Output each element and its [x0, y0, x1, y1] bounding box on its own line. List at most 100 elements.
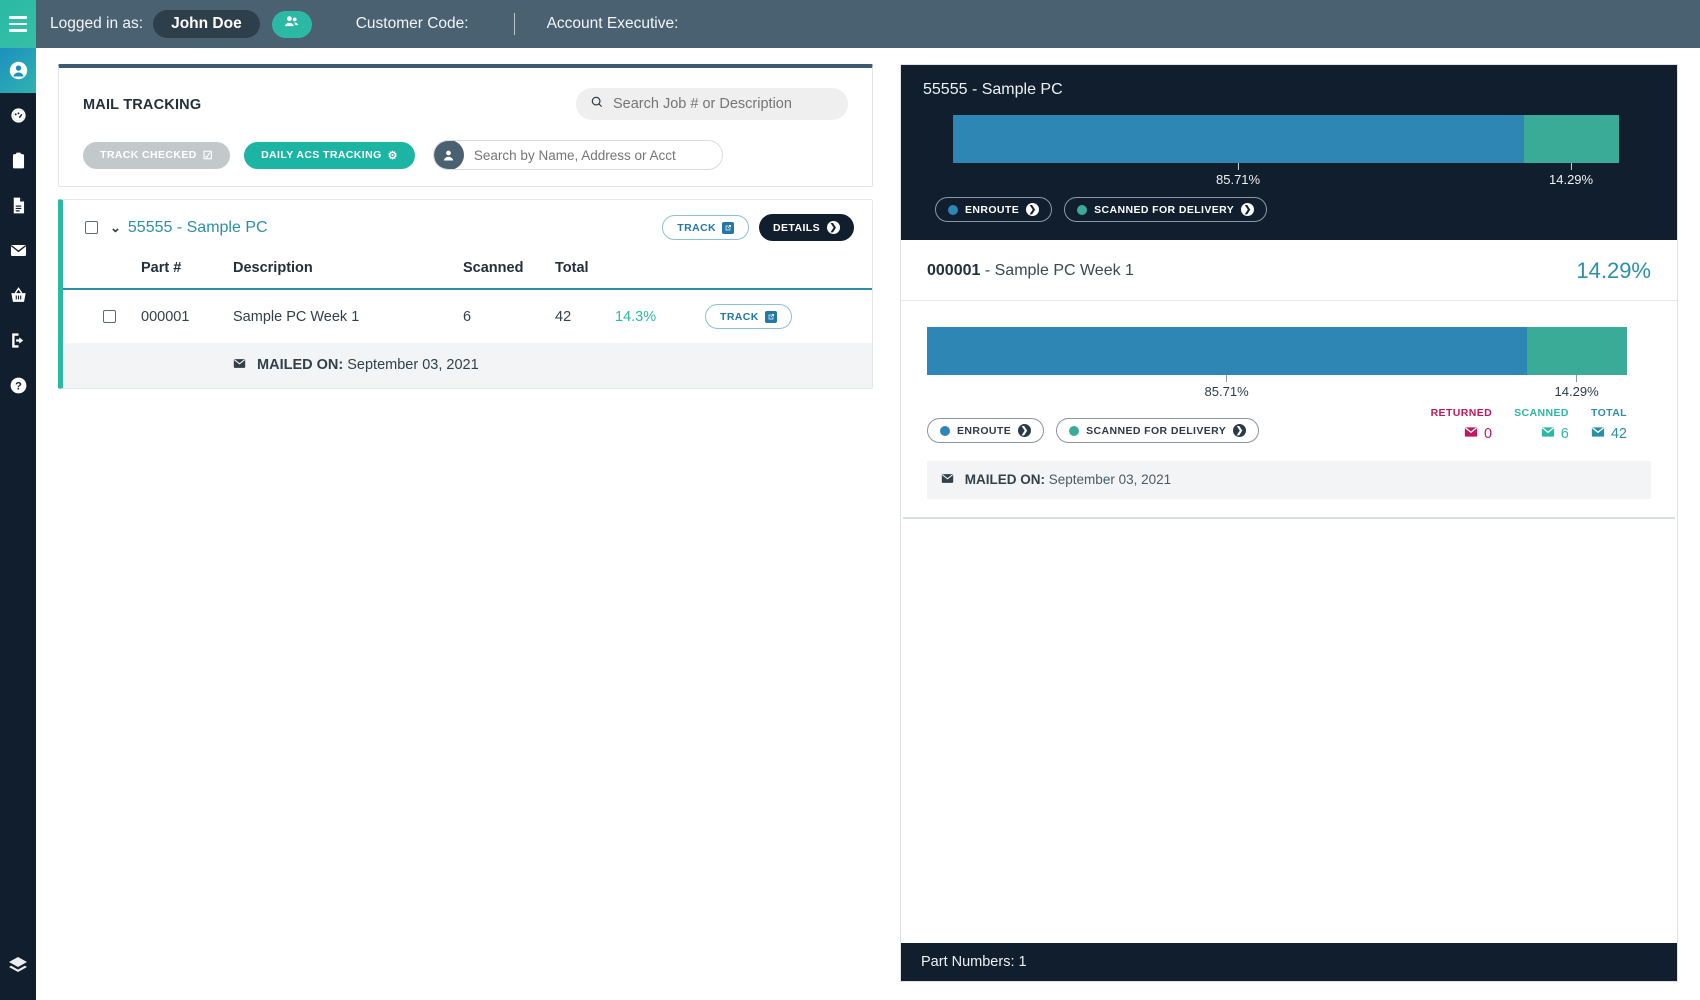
sidebar-item-reports[interactable]: [0, 183, 36, 228]
sidebar: ?: [0, 0, 36, 1000]
summary-stacked-bar: [953, 115, 1619, 163]
part-mailed-on: MAILED ON: September 03, 2021: [927, 461, 1651, 499]
search-icon: [590, 95, 604, 114]
mailed-on-cell: MAILED ON: September 03, 2021: [233, 343, 872, 388]
external-link-icon: [764, 310, 777, 323]
account-executive-label: Account Executive:: [546, 15, 679, 32]
search-job-input[interactable]: [613, 96, 834, 112]
job-title[interactable]: 55555 - Sample PC: [128, 219, 268, 237]
mail-tracking-card: MAIL TRACKING TRACK CHECKED: [58, 64, 873, 187]
document-icon: [9, 196, 28, 215]
svg-text:?: ?: [15, 380, 22, 392]
part-legend-scanned-button[interactable]: SCANNED FOR DELIVERY ❯: [1056, 418, 1260, 443]
table-row: 000001 Sample PC Week 1 6 42 14.3% TRACK: [63, 289, 872, 343]
col-percent-header: [615, 254, 705, 289]
sidebar-item-logout[interactable]: [0, 318, 36, 363]
part-detail-panel: 000001 - Sample PC Week 1 14.29% 85.71% …: [901, 240, 1677, 943]
part-detail-percent: 14.29%: [1576, 258, 1651, 283]
scanned-dot-icon: [1077, 204, 1088, 215]
sidebar-item-mail[interactable]: [0, 228, 36, 273]
mailed-on-label: MAILED ON:: [257, 357, 344, 373]
chevron-right-icon: ❯: [1018, 424, 1032, 437]
row-track-button[interactable]: TRACK: [705, 304, 792, 329]
track-checked-label: TRACK CHECKED: [100, 149, 197, 161]
stat-total: TOTAL 42: [1591, 407, 1627, 443]
bar-segment-scanned: [1526, 327, 1627, 375]
clipboard-icon: [9, 151, 28, 170]
sidebar-item-profile[interactable]: [0, 48, 36, 93]
search-name-input[interactable]: [463, 147, 722, 163]
legend-scanned-label: SCANNED FOR DELIVERY: [1094, 203, 1235, 216]
summary-legend: ENROUTE ❯ SCANNED FOR DELIVERY ❯: [923, 193, 1655, 226]
legend-enroute-label: ENROUTE: [965, 203, 1020, 216]
bar-segment-enroute: [927, 327, 1527, 375]
external-link-icon: [722, 221, 735, 234]
job-details-label: DETAILS: [773, 221, 820, 234]
stat-total-value-wrap: 42: [1591, 425, 1627, 443]
sidebar-item-jobs[interactable]: [0, 138, 36, 183]
envelope-icon: [941, 472, 954, 488]
part-detail-title: 000001 - Sample PC Week 1: [927, 262, 1134, 280]
scanned-dot-icon: [1069, 425, 1080, 436]
stat-returned-value: 0: [1484, 426, 1493, 442]
people-icon-button[interactable]: [271, 10, 312, 38]
summary-chart-title: 55555 - Sample PC: [923, 81, 1063, 98]
job-select-checkbox[interactable]: [85, 221, 98, 234]
col-scanned-header: Scanned: [463, 260, 524, 276]
part-mailed-on-value: September 03, 2021: [1048, 472, 1172, 487]
basket-icon: [9, 286, 28, 305]
stat-scanned-label: SCANNED: [1514, 407, 1569, 419]
stat-total-value: 42: [1610, 426, 1627, 442]
row-checkbox-cell: [63, 289, 141, 343]
col-track-header: [705, 254, 872, 289]
daily-acs-tracking-button[interactable]: DAILY ACS TRACKING ⚙: [244, 141, 415, 169]
part-legend-enroute-button[interactable]: ENROUTE ❯: [927, 418, 1045, 443]
part-stats: RETURNED 0 SCANNED 6 TOTAL 42: [1431, 407, 1627, 443]
row-total: 42: [555, 308, 572, 325]
tick-enroute: 85.71%: [1216, 163, 1260, 187]
part-legend-scanned-label: SCANNED FOR DELIVERY: [1086, 424, 1227, 437]
stat-returned-value-wrap: 0: [1464, 425, 1492, 443]
envelope-icon: [1541, 425, 1555, 443]
part-stacked-bar: [927, 327, 1627, 375]
daily-acs-tracking-label: DAILY ACS TRACKING: [261, 149, 382, 161]
tick-scanned-value: 14.29%: [1549, 172, 1594, 187]
row-scanned: 6: [463, 308, 472, 325]
envelope-icon: [233, 357, 246, 374]
bar-segment-enroute: [953, 115, 1524, 163]
chevron-down-icon[interactable]: ⌄: [110, 220, 121, 236]
summary-chart: 85.71% 14.29%: [923, 115, 1655, 193]
legend-enroute-button[interactable]: ENROUTE ❯: [935, 197, 1053, 222]
summary-tick-row: 85.71% 14.29%: [953, 163, 1619, 193]
tick-enroute: 85.71%: [1205, 375, 1249, 399]
parts-table: Part # Description Scanned Total 000001 …: [63, 254, 872, 388]
part-legend-enroute-label: ENROUTE: [957, 424, 1012, 437]
row-select-checkbox[interactable]: [103, 310, 116, 323]
user-name-pill[interactable]: John Doe: [153, 9, 260, 39]
stat-scanned-value-wrap: 6: [1541, 425, 1569, 443]
left-panel: MAIL TRACKING TRACK CHECKED: [36, 48, 898, 1000]
legend-scanned-button[interactable]: SCANNED FOR DELIVERY ❯: [1064, 197, 1268, 222]
sidebar-item-help[interactable]: ?: [0, 363, 36, 408]
part-detail-name: Sample PC Week 1: [994, 262, 1134, 279]
search-job-container[interactable]: [576, 88, 848, 120]
row-part-number: 000001: [141, 308, 190, 325]
mailed-on-value: September 03, 2021: [347, 357, 479, 373]
sidebar-item-dashboard[interactable]: [0, 93, 36, 138]
chevron-right-icon: ❯: [1233, 424, 1247, 437]
topbar-divider: [513, 13, 515, 35]
hamburger-icon[interactable]: [0, 0, 36, 48]
stat-returned: RETURNED 0: [1431, 407, 1493, 443]
envelope-icon: [1591, 425, 1605, 443]
sidebar-item-orders[interactable]: [0, 273, 36, 318]
customer-code-label: Customer Code:: [355, 15, 469, 32]
col-checkbox-header: [63, 254, 141, 289]
job-track-button[interactable]: TRACK: [662, 215, 750, 240]
col-part-header: Part #: [141, 260, 182, 276]
search-name-container[interactable]: [432, 140, 723, 170]
part-detail-separator: -: [984, 262, 991, 279]
tick-enroute-value: 85.71%: [1204, 384, 1249, 399]
track-checked-button[interactable]: TRACK CHECKED ☑: [83, 141, 231, 169]
part-detail-number: 000001: [927, 262, 981, 279]
job-details-button[interactable]: DETAILS ❯: [759, 214, 854, 241]
